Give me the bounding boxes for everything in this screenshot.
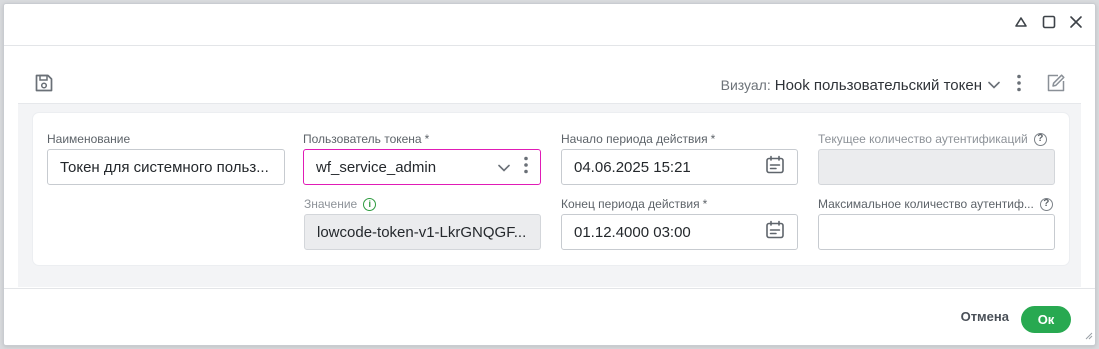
token-user-select[interactable]: wf_service_admin — [303, 149, 541, 185]
close-icon — [1069, 15, 1083, 34]
name-input[interactable]: Токен для системного польз... — [47, 149, 285, 185]
max-auth-input[interactable] — [818, 214, 1055, 250]
token-user-label: Пользователь токена * — [303, 132, 430, 146]
start-date-input[interactable]: 04.06.2025 15:21 — [561, 149, 798, 185]
name-label: Наименование — [47, 132, 131, 146]
kebab-icon[interactable] — [524, 156, 528, 178]
collapse-button[interactable] — [1010, 13, 1032, 35]
toolbar: Визуал: Hook пользовательский токен — [4, 47, 1095, 103]
current-auth-label: Текущее количество аутентификаций ? — [818, 132, 1047, 146]
cancel-button[interactable]: Отмена — [961, 309, 1009, 324]
visual-value: Hook пользовательский токен — [774, 76, 982, 94]
maximize-button[interactable] — [1038, 13, 1060, 35]
kebab-icon — [1017, 74, 1021, 97]
close-button[interactable] — [1065, 13, 1087, 35]
value-label: Значение i — [304, 197, 377, 211]
toolbar-menu-button[interactable] — [1011, 72, 1027, 98]
info-icon[interactable]: i — [363, 197, 377, 211]
max-auth-label: Максимальное количество аутентиф... ? — [818, 197, 1053, 211]
visual-selector[interactable]: Визуал: Hook пользовательский токен — [721, 75, 1000, 95]
edit-icon — [1045, 72, 1067, 99]
visual-label: Визуал: — [720, 77, 771, 93]
current-auth-field[interactable] — [818, 149, 1055, 185]
end-date-input[interactable]: 01.12.4000 03:00 — [561, 214, 798, 250]
maximize-icon — [1042, 15, 1056, 34]
help-icon[interactable]: ? — [1039, 197, 1053, 211]
dialog: Визуал: Hook пользовательский токен Наим… — [3, 3, 1096, 346]
form-area: Наименование Токен для системного польз.… — [18, 103, 1081, 287]
ok-button[interactable]: Ок — [1021, 306, 1071, 333]
dialog-footer: Отмена Ок — [4, 288, 1095, 347]
start-date-value: 04.06.2025 15:21 — [574, 158, 691, 176]
start-label: Начало периода действия * — [561, 132, 716, 146]
token-user-value: wf_service_admin — [316, 158, 437, 176]
value-text: lowcode-token-v1-LkrGNQGF... — [317, 223, 527, 241]
resize-handle-icon[interactable] — [1085, 327, 1093, 345]
value-field[interactable]: lowcode-token-v1-LkrGNQGF... — [304, 214, 541, 250]
end-label: Конец периода действия * — [561, 197, 708, 211]
chevron-down-icon — [988, 81, 1000, 89]
help-icon[interactable]: ? — [1033, 132, 1047, 146]
calendar-icon[interactable] — [765, 220, 785, 244]
edit-button[interactable] — [1043, 72, 1069, 98]
title-bar — [4, 4, 1095, 46]
form-card: Наименование Токен для системного польз.… — [33, 113, 1069, 265]
end-date-value: 01.12.4000 03:00 — [574, 223, 691, 241]
chevron-down-icon[interactable] — [498, 159, 510, 176]
save-button[interactable] — [31, 72, 57, 98]
collapse-icon — [1014, 15, 1028, 34]
save-icon — [34, 73, 54, 98]
calendar-icon[interactable] — [765, 155, 785, 179]
name-value: Токен для системного польз... — [60, 158, 269, 176]
